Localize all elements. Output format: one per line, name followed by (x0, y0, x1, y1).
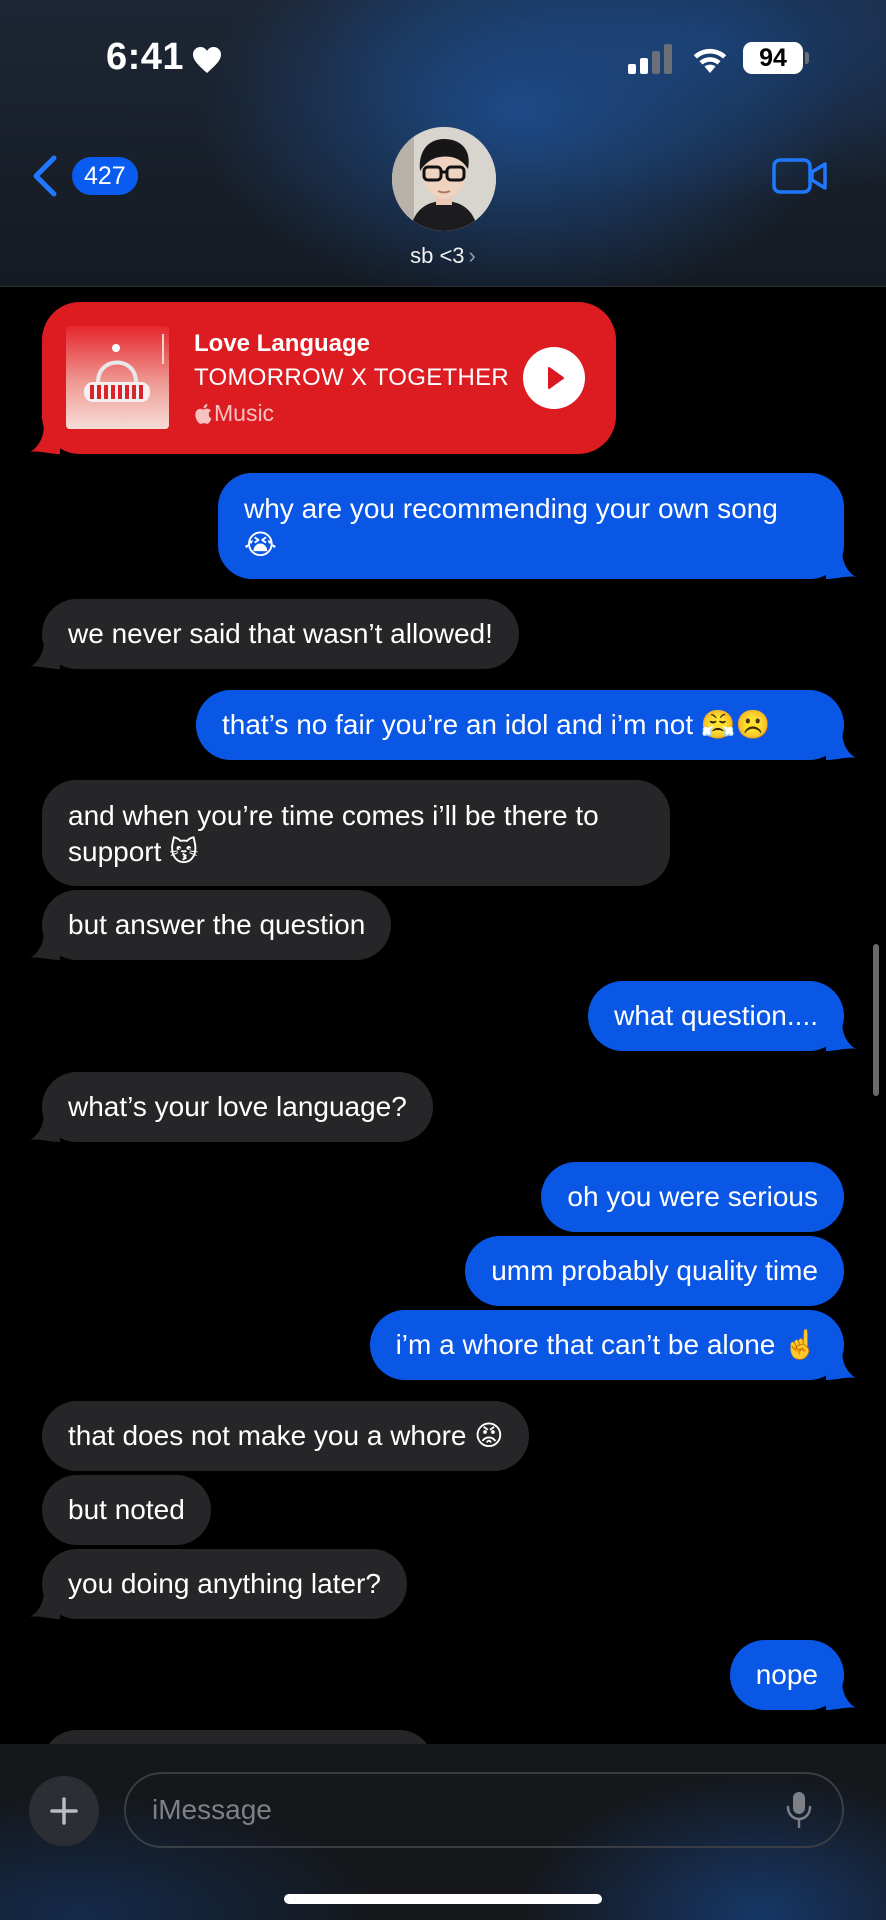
outgoing-message[interactable]: why are you recommending your own song 😭 (218, 473, 856, 579)
outgoing-message[interactable]: i’m a whore that can’t be alone ☝️ (369, 1310, 856, 1380)
contact-name[interactable]: sb <3 › (0, 243, 886, 269)
chevron-right-icon: › (468, 243, 476, 268)
scroll-indicator[interactable] (873, 944, 879, 1096)
bubble-tail (30, 1589, 60, 1619)
message-text: that’s no fair you’re an idol and i’m no… (222, 709, 771, 740)
contact-avatar[interactable] (392, 127, 496, 231)
outgoing-message[interactable]: that’s no fair you’re an idol and i’m no… (196, 690, 856, 760)
incoming-message[interactable]: we never said that wasn’t allowed! (30, 599, 519, 669)
play-icon (548, 367, 564, 389)
play-button[interactable] (523, 347, 585, 409)
plus-icon (50, 1797, 78, 1825)
bubble-tail (826, 1680, 856, 1710)
compose-bar (0, 1744, 886, 1920)
battery-level: 94 (743, 42, 803, 74)
song-artist: TOMORROW X TOGETHER (194, 364, 510, 391)
incoming-message-partial[interactable] (42, 1730, 434, 1744)
apple-icon (195, 404, 212, 424)
incoming-message[interactable]: that does not make you a whore 😡 (42, 1401, 530, 1471)
message-text: we never said that wasn’t allowed! (68, 618, 493, 649)
album-art-image (66, 326, 169, 429)
outgoing-message[interactable]: oh you were serious (541, 1162, 844, 1232)
message-text: oh you were serious (567, 1181, 818, 1212)
message-text: and when you’re time comes i’ll be there… (68, 800, 599, 867)
home-indicator[interactable] (284, 1894, 602, 1904)
incoming-message[interactable]: but noted (42, 1475, 211, 1545)
message-text: but answer the question (68, 909, 366, 940)
message-text: nope (755, 1659, 818, 1690)
apple-music-label: Music (194, 400, 274, 427)
conversation-header: 6:41 94 427 sb <3 › (0, 0, 886, 287)
message-text: what’s your love language? (68, 1091, 407, 1122)
message-text: that does not make you a whore 😡 (68, 1420, 504, 1451)
wifi-icon (693, 48, 727, 73)
incoming-message[interactable]: and when you’re time comes i’ll be there… (42, 780, 670, 886)
message-list[interactable]: Love Language TOMORROW X TOGETHER Music … (0, 288, 886, 1744)
microphone-icon[interactable] (786, 1791, 812, 1829)
message-text: but noted (68, 1494, 185, 1525)
music-service-name: Music (214, 400, 275, 426)
video-call-icon[interactable] (772, 156, 828, 196)
message-text: you doing anything later? (68, 1568, 381, 1599)
incoming-message[interactable]: what’s your love language? (30, 1072, 433, 1142)
outgoing-message[interactable]: what question.... (588, 981, 856, 1051)
heart-icon (193, 47, 221, 73)
bubble-tail (30, 424, 60, 454)
album-art (66, 326, 169, 429)
outgoing-message[interactable]: nope (729, 1640, 856, 1710)
message-text: umm probably quality time (491, 1255, 818, 1286)
message-text: i’m a whore that can’t be alone ☝️ (395, 1329, 818, 1360)
battery-icon: 94 (743, 42, 809, 74)
battery-cap (805, 52, 809, 64)
back-chevron-icon (33, 155, 57, 197)
bubble-tail (826, 730, 856, 760)
music-share-card[interactable]: Love Language TOMORROW X TOGETHER Music (30, 302, 616, 454)
avatar-photo (392, 127, 496, 231)
song-title: Love Language (194, 330, 371, 357)
message-input[interactable] (124, 1772, 844, 1848)
apps-plus-button[interactable] (29, 1776, 99, 1846)
bubble-tail (30, 1112, 60, 1142)
message-text: why are you recommending your own song 😭 (244, 493, 778, 560)
status-bar: 6:41 94 (0, 0, 886, 110)
contact-name-text: sb <3 (410, 243, 465, 268)
status-time: 6:41 (106, 36, 185, 78)
bubble-tail (30, 930, 60, 960)
outgoing-message[interactable]: umm probably quality time (465, 1236, 844, 1306)
back-button[interactable]: 427 (30, 152, 150, 200)
incoming-message[interactable]: but answer the question (30, 890, 392, 960)
bubble-tail (826, 1350, 856, 1380)
incoming-message[interactable]: you doing anything later? (30, 1549, 407, 1619)
unread-count-badge: 427 (72, 157, 138, 195)
bubble-tail (826, 549, 856, 579)
bubble-tail (826, 1021, 856, 1051)
message-text: what question.... (614, 1000, 818, 1031)
bubble-tail (30, 639, 60, 669)
signal-icon (628, 44, 672, 74)
